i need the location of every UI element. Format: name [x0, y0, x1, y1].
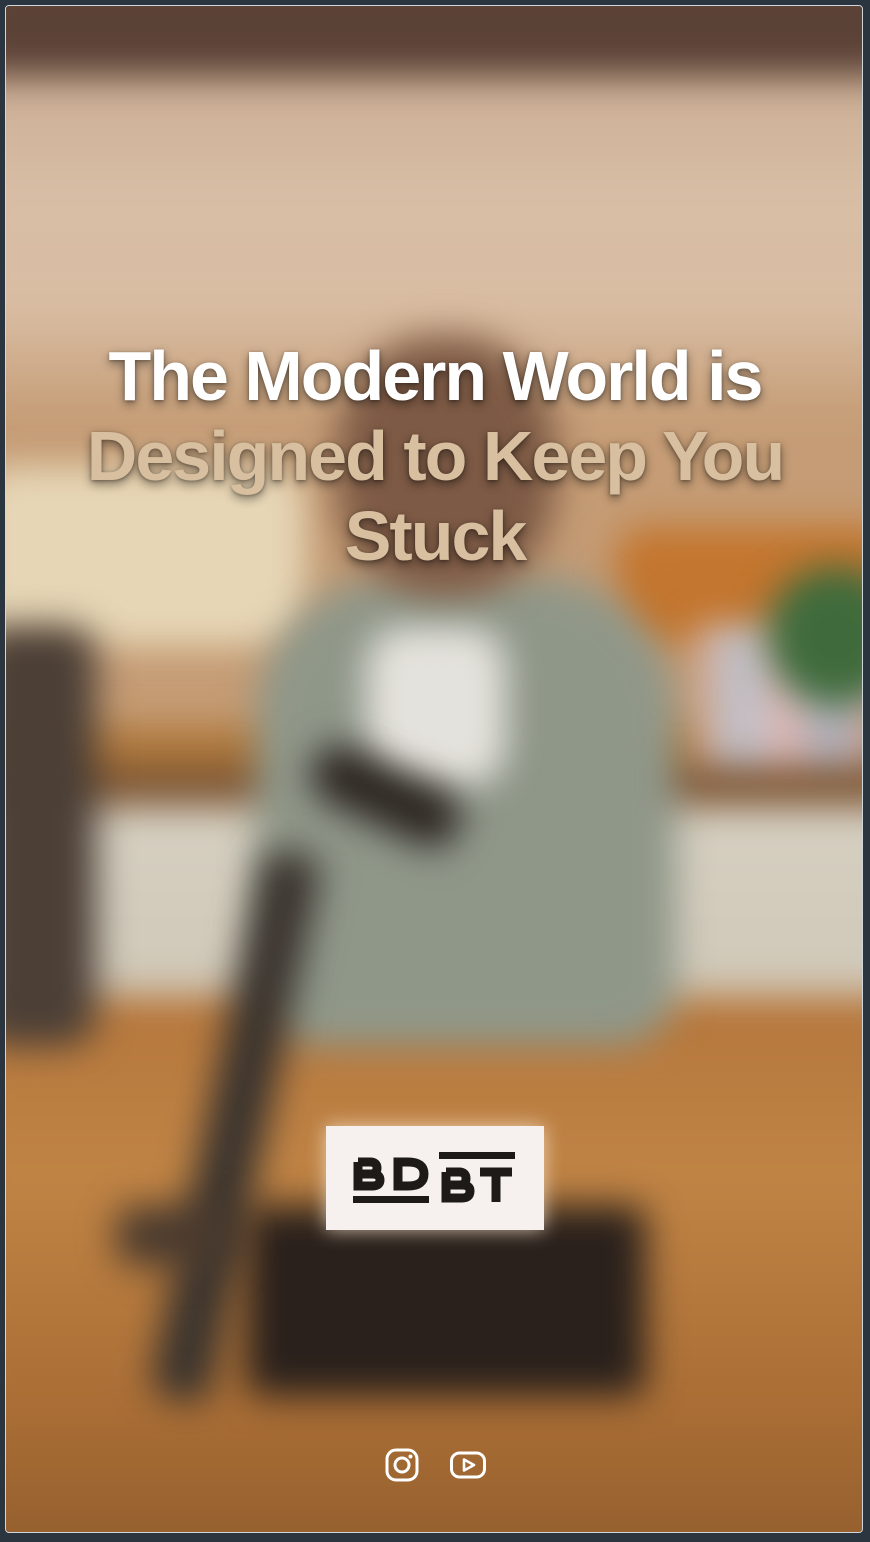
youtube-icon[interactable]	[449, 1446, 487, 1484]
hero-headline: The Modern World is Designed to Keep You…	[6, 336, 862, 576]
headline-line-2: Designed to Keep You	[86, 417, 785, 495]
bdbt-logo-mark	[353, 1152, 515, 1203]
social-links	[6, 1446, 862, 1484]
headline-line-3: Stuck	[344, 497, 528, 575]
blurred-video-background	[6, 6, 862, 1532]
bdbt-logo[interactable]	[326, 1126, 544, 1230]
headline-line-1: The Modern World is	[108, 337, 764, 415]
hero-video-frame: The Modern World is Designed to Keep You…	[5, 5, 863, 1533]
instagram-icon[interactable]	[383, 1446, 421, 1484]
